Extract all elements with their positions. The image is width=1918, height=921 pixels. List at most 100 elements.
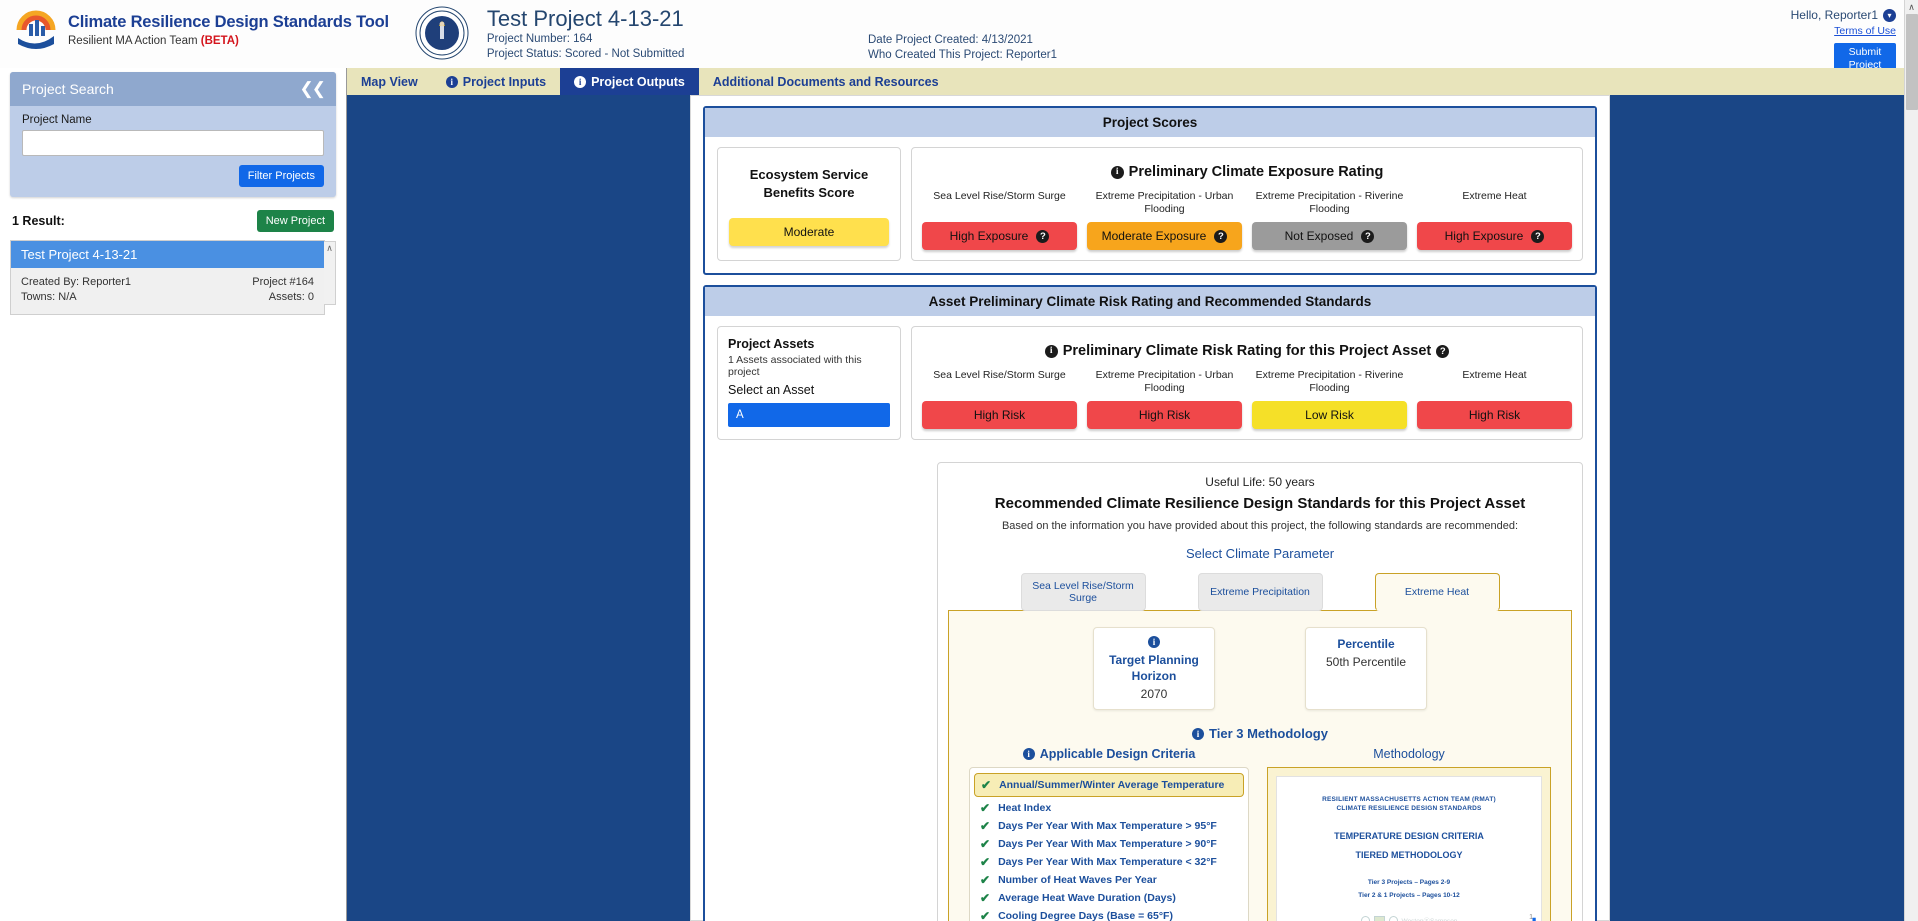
chevron-down-icon[interactable]: ▾ <box>1883 8 1896 22</box>
new-project-button[interactable]: New Project <box>256 210 334 232</box>
risk-col-slr: Sea Level Rise/Storm Surge High Risk <box>922 369 1077 429</box>
criteria-item-heat-wave-duration[interactable]: ✔ Average Heat Wave Duration (Days) <box>980 889 1238 907</box>
project-search-panel: Project Search ❮❮ Project Name Filter Pr… <box>10 72 336 197</box>
tab-map-view[interactable]: Map View <box>347 68 432 95</box>
user-greeting[interactable]: Hello, Reporter1 ▾ <box>1791 8 1896 22</box>
project-result-card[interactable]: Test Project 4-13-21 Created By: Reporte… <box>10 240 336 315</box>
tab-additional-documents[interactable]: Additional Documents and Resources <box>699 68 953 95</box>
question-icon[interactable]: ? <box>1036 229 1050 243</box>
criteria-item-cooling-degree-days[interactable]: ✔ Cooling Degree Days (Base = 65°F) <box>980 907 1238 921</box>
info-icon[interactable]: i <box>1044 344 1058 358</box>
risk-badge-riverine: Low Risk <box>1252 401 1407 429</box>
tab-project-outputs[interactable]: i Project Outputs <box>560 68 699 95</box>
exposure-col-urban: Extreme Precipitation - Urban Flooding M… <box>1087 190 1242 250</box>
project-scores-panel: Project Scores Ecosystem Service Benefit… <box>703 106 1597 275</box>
project-result-details: Created By: Reporter1 Towns: N/A Project… <box>11 268 324 314</box>
parameter-tab-extreme-precipitation[interactable]: Extreme Precipitation <box>1197 573 1323 611</box>
project-search-body: Project Name Filter Projects <box>10 106 336 197</box>
risk-header-slr: Sea Level Rise/Storm Surge <box>933 369 1066 381</box>
info-icon[interactable]: i <box>1022 748 1035 760</box>
doc-vendor-label: WestonⓈSampson <box>1402 915 1458 921</box>
doc-note-line1: Tier 3 Projects – Pages 2-9 <box>1367 879 1451 886</box>
project-name-input[interactable] <box>22 130 324 156</box>
question-icon[interactable]: ? <box>1214 229 1228 243</box>
project-scores-body: Ecosystem Service Benefits Score Moderat… <box>705 137 1595 273</box>
check-icon: ✔ <box>980 837 991 851</box>
check-icon: ✔ <box>980 801 991 815</box>
risk-col-heat: Extreme Heat High Risk <box>1417 369 1572 429</box>
question-icon[interactable]: ? <box>1361 229 1375 243</box>
scrollbar-thumb[interactable] <box>1906 14 1918 110</box>
brand: Climate Resilience Design Standards Tool… <box>0 0 389 52</box>
tier-methodology-label: Tier 3 Methodology <box>1209 726 1328 741</box>
scroll-up-icon[interactable]: ∧ <box>324 242 335 254</box>
exposure-badge-slr: High Exposure ? <box>922 222 1077 250</box>
percentile-card: Percentile 50th Percentile <box>1305 627 1427 710</box>
criteria-label: Days Per Year With Max Temperature > 90°… <box>998 838 1217 850</box>
asset-option-a[interactable]: A <box>728 403 890 427</box>
criteria-item-days-above-95[interactable]: ✔ Days Per Year With Max Temperature > 9… <box>980 817 1238 835</box>
criteria-item-days-below-32[interactable]: ✔ Days Per Year With Max Temperature < 3… <box>980 853 1238 871</box>
result-list-scrollbar[interactable]: ∧ <box>324 241 336 305</box>
scroll-up-icon[interactable]: ∧ <box>1905 0 1918 14</box>
filter-projects-button[interactable]: Filter Projects <box>238 165 324 187</box>
recommended-standards-title: Recommended Climate Resilience Design St… <box>994 495 1526 512</box>
ecosystem-score-card: Ecosystem Service Benefits Score Moderat… <box>717 147 901 261</box>
check-icon: ✔ <box>980 819 991 833</box>
criteria-item-heat-waves-per-year[interactable]: ✔ Number of Heat Waves Per Year <box>980 871 1238 889</box>
terms-of-use-link[interactable]: Terms of Use <box>1791 25 1896 37</box>
exposure-header-slr: Sea Level Rise/Storm Surge <box>933 190 1066 202</box>
exposure-header-heat: Extreme Heat <box>1462 190 1527 202</box>
ecosystem-score-title: Ecosystem Service Benefits Score <box>749 167 869 200</box>
exposure-header-urban: Extreme Precipitation - Urban Flooding <box>1095 190 1234 215</box>
project-result-assets: Assets: 0 <box>268 291 314 303</box>
criteria-label: Cooling Degree Days (Base = 65°F) <box>998 910 1173 921</box>
methodology-document-preview[interactable]: RESILIENT MASSACHUSETTS ACTION TEAM (RMA… <box>1276 776 1542 921</box>
exposure-rating-card: i Preliminary Climate Exposure Rating Se… <box>911 147 1583 261</box>
project-assets-title: Project Assets <box>728 337 815 351</box>
tab-map-view-label: Map View <box>361 74 418 89</box>
collapse-sidebar-icon[interactable]: ❮❮ <box>300 79 326 99</box>
exposure-badge-urban: Moderate Exposure ? <box>1087 222 1242 250</box>
exposure-rating-title: i Preliminary Climate Exposure Rating <box>922 164 1572 180</box>
doc-org-line2: CLIMATE RESILIENCE DESIGN STANDARDS <box>1336 805 1482 812</box>
select-climate-parameter-label: Select Climate Parameter <box>1185 546 1335 561</box>
criteria-item-heat-index[interactable]: ✔ Heat Index <box>980 799 1238 817</box>
project-result-title[interactable]: Test Project 4-13-21 <box>11 241 324 268</box>
tab-project-inputs[interactable]: i Project Inputs <box>432 68 560 95</box>
target-planning-horizon-label: Target Planning Horizon <box>1109 653 1199 683</box>
methodology-column: Methodology RESILIENT MASSACHUSETTS ACTI… <box>1267 747 1551 921</box>
horizon-row: i Target Planning Horizon 2070 Percentil… <box>961 627 1559 710</box>
tabstrip: Map View i Project Inputs i Project Outp… <box>347 68 1918 95</box>
submit-button-line1: Submit <box>1848 46 1882 58</box>
criteria-item-average-temperature[interactable]: ✔ Annual/Summer/Winter Average Temperatu… <box>974 773 1244 797</box>
project-number: Project Number: 164 <box>486 33 593 45</box>
download-icon[interactable]: ⬇ <box>1528 915 1540 921</box>
asset-risk-panel-body: Project Assets 1 Assets associated with … <box>705 316 1595 452</box>
sidebar: Project Search ❮❮ Project Name Filter Pr… <box>0 68 347 921</box>
exposure-value-riverine: Not Exposed <box>1284 229 1354 243</box>
info-icon[interactable]: i <box>1192 727 1205 740</box>
main-canvas: Project Scores Ecosystem Service Benefit… <box>347 95 1918 921</box>
criteria-label: Annual/Summer/Winter Average Temperature <box>999 779 1225 791</box>
tab-additional-documents-label: Additional Documents and Resources <box>712 74 939 89</box>
project-creation-meta: Date Project Created: 4/13/2021 Who Crea… <box>868 33 1057 63</box>
question-icon[interactable]: ? <box>1436 344 1450 358</box>
percentile-value: 50th Percentile <box>1325 655 1407 669</box>
criteria-label: Heat Index <box>998 802 1052 814</box>
check-icon: ✔ <box>980 909 991 921</box>
brand-subtitle: Resilient MA Action Team (BETA) <box>68 34 389 48</box>
risk-badge-urban: High Risk <box>1087 401 1242 429</box>
asset-risk-title-label: Preliminary Climate Risk Rating for this… <box>1062 343 1432 359</box>
tab-list: Map View i Project Inputs i Project Outp… <box>347 68 1918 95</box>
info-icon[interactable]: i <box>1110 165 1124 179</box>
climate-parameter-tabs: Sea Level Rise/Storm Surge Extreme Preci… <box>948 573 1572 611</box>
info-icon[interactable]: i <box>1148 636 1160 648</box>
parameter-tab-sea-level-rise[interactable]: Sea Level Rise/Storm Surge <box>1020 573 1146 611</box>
rmat-logo-icon <box>14 8 58 52</box>
criteria-item-days-above-90[interactable]: ✔ Days Per Year With Max Temperature > 9… <box>980 835 1238 853</box>
question-icon[interactable]: ? <box>1531 229 1545 243</box>
page-scrollbar[interactable]: ∧ <box>1904 0 1918 921</box>
asset-risk-panel: Asset Preliminary Climate Risk Rating an… <box>703 285 1597 921</box>
parameter-tab-extreme-heat[interactable]: Extreme Heat <box>1374 573 1500 611</box>
